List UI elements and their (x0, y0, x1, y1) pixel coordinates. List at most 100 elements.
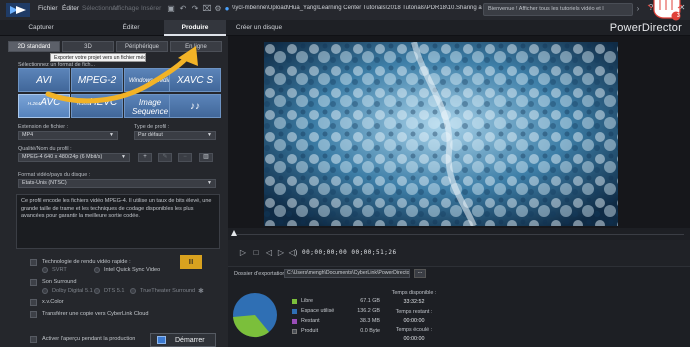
add-profile-button[interactable]: + (138, 153, 152, 162)
intel-badge-icon: ||| (180, 255, 202, 269)
learning-center-search[interactable]: Bienvenue ! Afficher tous les tutoriels … (483, 3, 633, 16)
time-remaining-label: Temps restant : (395, 309, 433, 315)
svrt-radio[interactable] (42, 267, 48, 273)
format-sublabel: H.264 (27, 102, 41, 107)
volume-icon[interactable]: ◁) (288, 248, 298, 258)
profile-type-dropdown[interactable]: Par défaut ▼ (134, 131, 216, 140)
time-available-value: 33:32:52 (403, 299, 425, 305)
legend-free-swatch (292, 299, 297, 304)
timeline-scrubber[interactable] (228, 228, 690, 240)
dropdown-value: Par défaut (138, 132, 163, 138)
format-sublabel: Sequence (131, 107, 169, 116)
quality-label: Qualité/Nom du profil : (18, 146, 72, 152)
mode-bar: Capturer Éditer Produire Créer un disque (0, 20, 690, 36)
menu-file[interactable]: Fichier (38, 5, 58, 12)
project-path: \\ycl-mbenne\Upload\Hua_Yang\Learning Ce… (232, 5, 482, 11)
scrubber-track (234, 234, 684, 235)
tab-create-disc[interactable]: Créer un disque (234, 20, 284, 36)
export-panel (228, 266, 690, 347)
quality-dropdown[interactable]: MPEG-4 640 x 480/24p (6 Mbit/s) ▼ (18, 153, 130, 162)
legend-remaining-swatch (292, 319, 297, 324)
profile-description: Ce profil encode les fichiers vidéo MPEG… (16, 194, 220, 249)
crop-icon[interactable]: ⌧ (202, 4, 212, 14)
cloud-label: Transférer une copie vers CyberLink Clou… (42, 311, 149, 317)
menu-view[interactable]: Affichage (112, 5, 139, 12)
dropdown-value: MPEG-4 640 x 480/24p (6 Mbit/s) (22, 154, 103, 160)
tv-format-dropdown[interactable]: États-Unis (NTSC) ▼ (18, 179, 216, 188)
disk-space-pie (233, 293, 277, 338)
cloud-checkbox[interactable] (30, 311, 37, 318)
dropdown-value: MP4 (22, 132, 34, 138)
save-icon[interactable]: ▣ (166, 4, 176, 14)
tab-edit[interactable]: Éditer (100, 20, 162, 36)
legend-produced-label: Produit (301, 328, 319, 334)
xvcolor-label: x.v.Color (42, 299, 64, 305)
time-available-label: Temps disponible : (391, 290, 437, 296)
dropdown-arrow-icon: ▼ (207, 132, 212, 138)
legend-used-swatch (292, 309, 297, 314)
intel-qsv-radio[interactable] (94, 267, 100, 273)
play-icon (157, 336, 166, 344)
legend-free-value: 67.1 GB (360, 298, 380, 304)
app-logo (6, 3, 30, 17)
legend-remaining-label: Restant (301, 318, 320, 324)
redo-icon[interactable]: ↷ (190, 4, 200, 14)
timecode: 00;00;00;00 00;00;51;26 (302, 249, 397, 256)
svrt-label: SVRT (52, 267, 67, 273)
profile-info-button[interactable]: ▥ (199, 153, 213, 162)
legend-produced-swatch (292, 329, 297, 334)
legend-free-label: Libre (301, 298, 313, 304)
dolby-radio[interactable] (42, 288, 48, 294)
surround-checkbox[interactable] (30, 279, 37, 286)
legend-used-value: 136.2 GB (357, 308, 380, 314)
profile-type-label: Type de profil : (134, 124, 170, 130)
tab-capture[interactable]: Capturer (10, 20, 72, 36)
browse-button[interactable]: ... (414, 269, 426, 278)
edit-profile-button[interactable]: ✎ (158, 153, 172, 162)
preview-toggle-checkbox[interactable] (30, 336, 37, 343)
step-number-badge: 3 (677, 13, 680, 19)
undo-icon[interactable]: ↶ (178, 4, 188, 14)
play-icon[interactable]: ▷ (238, 248, 248, 258)
next-frame-icon[interactable]: ▷ (276, 248, 286, 258)
intel-qsv-label: Intel Quick Sync Video (104, 267, 161, 273)
dts-label: DTS 5.1 (104, 288, 125, 294)
preview-toggle-label: Activer l'aperçu pendant la production (42, 336, 136, 342)
time-elapsed-value: 00:00:00 (403, 336, 425, 342)
time-elapsed-label: Temps écoulé : (395, 327, 433, 333)
truetheater-label: TrueTheater Surround (140, 288, 196, 294)
dropdown-arrow-icon: ▼ (121, 154, 126, 160)
extension-label: Extension de fichier : (18, 124, 69, 130)
legend-remaining-value: 38.3 MB (359, 318, 380, 324)
playhead-icon[interactable] (231, 230, 237, 236)
app-name: PowerDirector (609, 22, 682, 34)
tutorial-arrow-icon (45, 46, 198, 104)
time-remaining-value: 00:00:00 (403, 318, 425, 324)
start-label: Démarrer (175, 337, 205, 344)
dropdown-value: États-Unis (NTSC) (22, 180, 67, 186)
surround-label: Son Surround (42, 279, 77, 285)
stop-icon[interactable]: □ (251, 248, 261, 258)
menu-edit[interactable]: Éditer (62, 5, 79, 12)
fast-render-label: Technologie de rendu vidéo rapide : (42, 259, 131, 265)
export-folder-label: Dossier d'exportation : (234, 271, 289, 277)
extension-dropdown[interactable]: MP4 ▼ (18, 131, 118, 140)
export-folder-input[interactable]: C:\Users\mengh\Documents\CyberLink\Power… (284, 269, 410, 278)
xvcolor-checkbox[interactable] (30, 299, 37, 306)
video-preview-image (264, 42, 618, 226)
dropdown-arrow-icon: ▼ (109, 132, 114, 138)
tv-format-label: Format vidéo/pays du disque : (18, 172, 91, 178)
start-button[interactable]: Démarrer (150, 333, 216, 347)
truetheater-radio[interactable] (130, 288, 136, 294)
settings-icon[interactable]: ✱ (198, 287, 204, 295)
dropdown-arrow-icon: ▼ (207, 180, 212, 186)
previous-frame-icon[interactable]: ◁ (264, 248, 274, 258)
menu-insert[interactable]: Insérer (141, 5, 161, 12)
network-icon: ● (224, 4, 230, 13)
delete-profile-button[interactable]: − (178, 153, 192, 162)
legend-produced-value: 0.0 Byte (360, 328, 380, 334)
fast-render-checkbox[interactable] (30, 259, 37, 266)
dts-radio[interactable] (94, 288, 100, 294)
legend-used-label: Espace utilisé (301, 308, 335, 314)
tab-produce[interactable]: Produire (164, 20, 226, 36)
